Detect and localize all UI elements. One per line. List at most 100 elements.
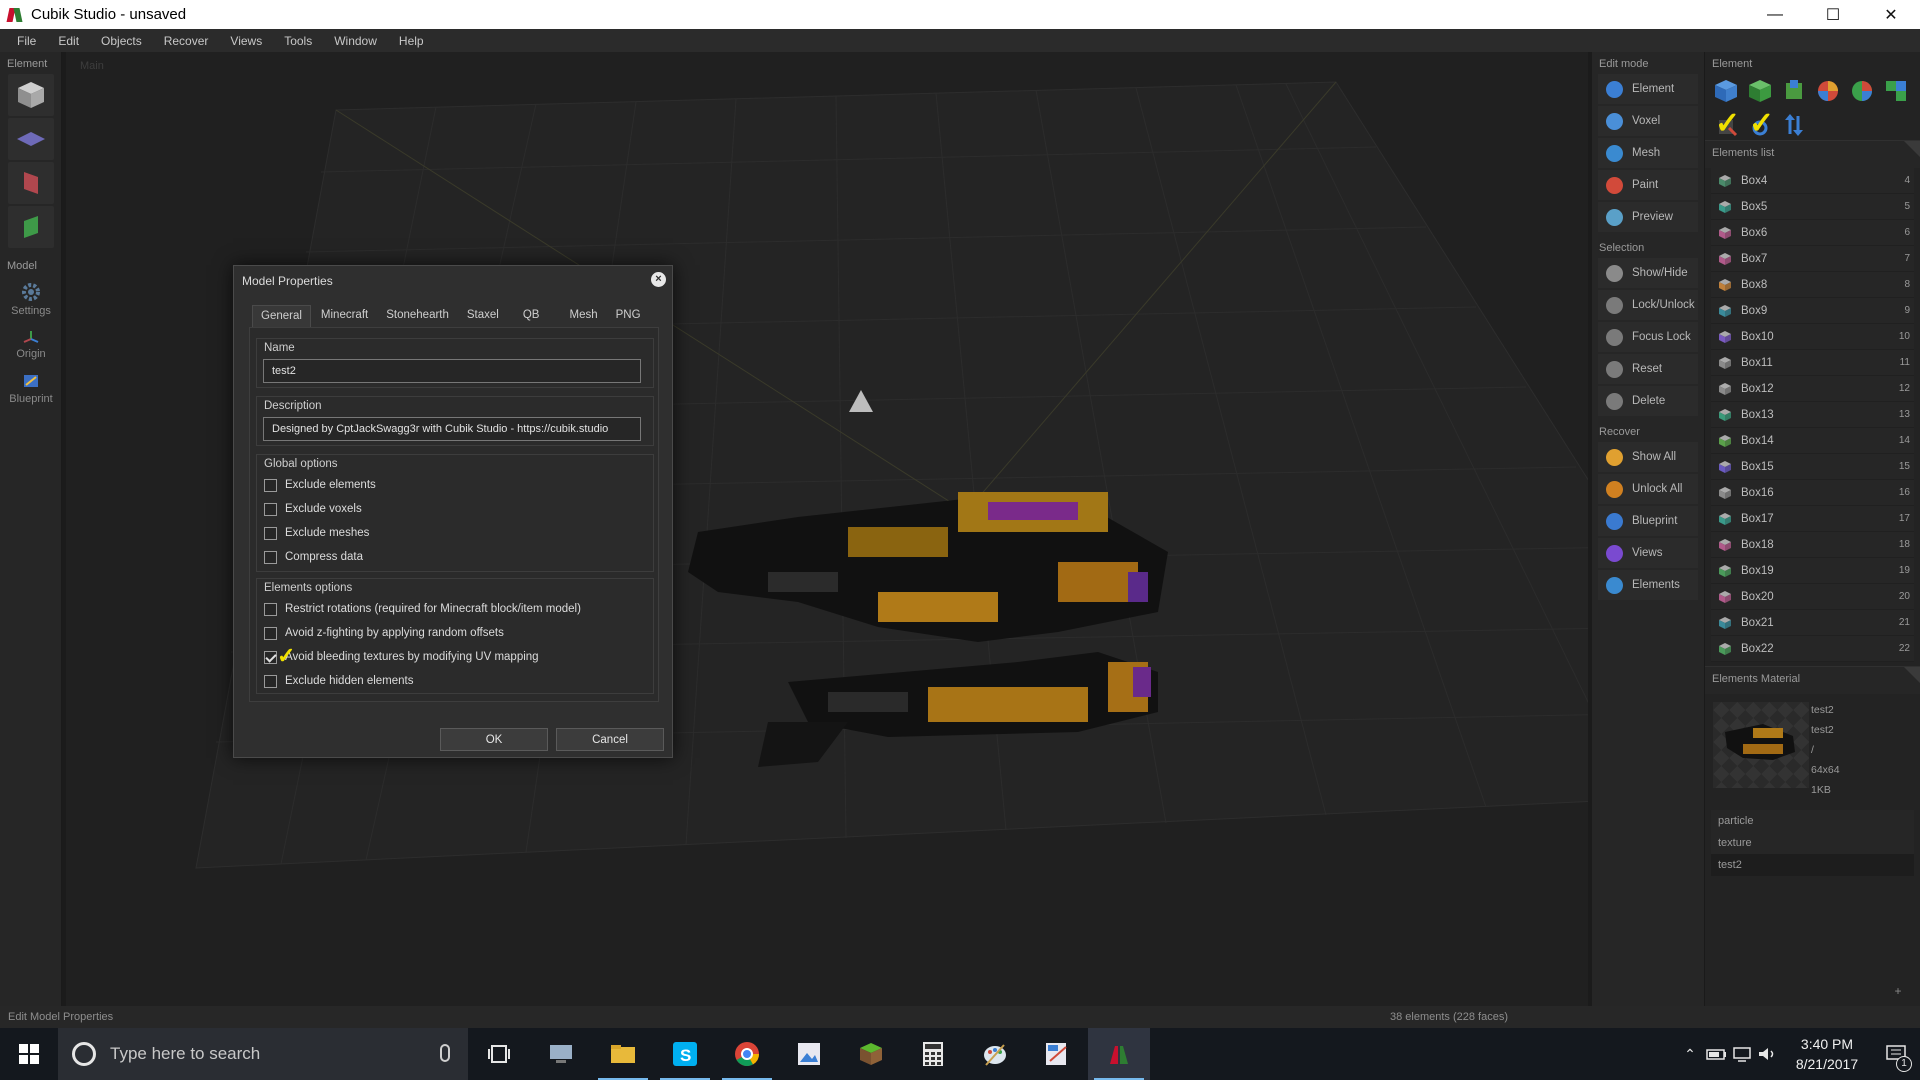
avoid-bleeding-checkbox[interactable] [264,650,277,664]
tab-qb[interactable]: QB [509,305,554,327]
close-button[interactable]: ✕ [1862,0,1920,29]
taskbar-app-minecraft[interactable] [840,1028,902,1080]
delete-mode-button[interactable]: Delete [1598,386,1698,416]
taskbar-clock[interactable]: 3:40 PM 8/21/2017 [1782,1034,1872,1074]
element-list-item[interactable]: Box14 14 [1711,428,1914,454]
cancel-button[interactable]: Cancel [556,728,664,751]
avoid-z-fighting-checkbox[interactable] [264,626,277,640]
dialog-close-button[interactable]: × [651,272,666,287]
color-wheel-tool-button[interactable] [1849,78,1875,104]
add-cube-button[interactable] [8,74,54,116]
box-green-tool-button[interactable] [1747,78,1773,104]
element-list-item[interactable]: Box8 8 [1711,272,1914,298]
element-list-item[interactable]: Box11 11 [1711,350,1914,376]
name-input[interactable] [263,359,641,383]
sphere-tool-button[interactable] [1815,78,1841,104]
element-list-item[interactable]: Box19 19 [1711,558,1914,584]
element-list-item[interactable]: Box12 12 [1711,376,1914,402]
element-list-item[interactable]: Box20 20 [1711,584,1914,610]
material-item-texture[interactable]: texture [1711,832,1914,854]
menu-objects[interactable]: Objects [92,34,151,48]
taskbar-app-calculator[interactable] [902,1028,964,1080]
show-all-mode-button[interactable]: Show All [1598,442,1698,472]
taskbar-app-photos[interactable] [778,1028,840,1080]
views-mode-button[interactable]: Views [1598,538,1698,568]
voxel-mode-button[interactable]: Voxel [1598,106,1698,136]
menu-edit[interactable]: Edit [49,34,88,48]
ok-button[interactable]: OK [440,728,548,751]
volume-icon[interactable] [1756,1045,1782,1063]
add-plane-button[interactable] [8,118,54,160]
paint-mode-button[interactable]: Paint [1598,170,1698,200]
exclude-voxels-option[interactable]: Exclude voxels [257,497,653,521]
element-list-item[interactable]: Box4 4 [1711,168,1914,194]
lock-unlock-mode-button[interactable]: Lock/Unlock [1598,290,1698,320]
taskbar-app-cubik-studio[interactable] [1088,1028,1150,1080]
action-center-button[interactable]: 1 [1872,1028,1920,1080]
task-view-button[interactable] [468,1028,530,1080]
exclude-meshes-option[interactable]: Exclude meshes [257,521,653,545]
delete-face-tool-button[interactable]: ✓ [1713,107,1740,140]
settings-button[interactable]: Settings [8,276,54,317]
element-list-item[interactable]: Box5 5 [1711,194,1914,220]
tab-stonehearth[interactable]: Stonehearth [378,305,457,327]
exclude-voxels-checkbox[interactable] [264,502,277,516]
element-list-item[interactable]: Box6 6 [1711,220,1914,246]
panel-corner-icon[interactable] [1904,141,1920,157]
add-side-plane-button[interactable] [8,162,54,204]
elements-mode-button[interactable]: Elements [1598,570,1698,600]
exclude-elements-checkbox[interactable] [264,478,277,492]
origin-tool-button[interactable]: ✓ [1747,107,1774,140]
exclude-meshes-checkbox[interactable] [264,526,277,540]
taskbar-app-chrome[interactable] [716,1028,778,1080]
blueprint-mode-button[interactable]: Blueprint [1598,506,1698,536]
material-item-test2[interactable]: test2 [1711,854,1914,876]
element-list-item[interactable]: Box15 15 [1711,454,1914,480]
reset-mode-button[interactable]: Reset [1598,354,1698,384]
preview-mode-button[interactable]: Preview [1598,202,1698,232]
element-list-item[interactable]: Box16 16 [1711,480,1914,506]
tab-png[interactable]: PNG [608,305,649,327]
compress-data-option[interactable]: Compress data [257,545,653,569]
element-list-item[interactable]: Box13 13 [1711,402,1914,428]
menu-tools[interactable]: Tools [275,34,321,48]
material-item-particle[interactable]: particle [1711,810,1914,832]
menu-help[interactable]: Help [390,34,433,48]
origin-button[interactable]: Origin [8,323,54,360]
menu-window[interactable]: Window [325,34,386,48]
exclude-hidden-option[interactable]: Exclude hidden elements [257,669,653,693]
compress-data-checkbox[interactable] [264,550,277,564]
menu-file[interactable]: File [8,34,45,48]
group-tool-button[interactable] [1883,78,1909,104]
network-icon[interactable] [1730,1045,1756,1063]
exclude-hidden-checkbox[interactable] [264,674,277,688]
element-list-item[interactable]: Box22 22 [1711,636,1914,662]
avoid-bleeding-option[interactable]: Avoid bleeding textures by modifying UV … [257,643,653,669]
blueprint-button[interactable]: Blueprint [8,366,54,405]
add-front-plane-button[interactable] [8,206,54,248]
minimize-button[interactable]: — [1746,0,1804,29]
element-list-item[interactable]: Box7 7 [1711,246,1914,272]
menu-views[interactable]: Views [221,34,271,48]
exclude-elements-option[interactable]: Exclude elements [257,473,653,497]
element-list-item[interactable]: Box9 9 [1711,298,1914,324]
microphone-icon[interactable] [440,1044,450,1062]
tab-mesh[interactable]: Mesh [555,305,605,327]
taskbar-app-paint[interactable] [964,1028,1026,1080]
start-button[interactable] [0,1028,58,1080]
panel-corner-icon[interactable] [1904,667,1920,683]
tab-general[interactable]: General [252,305,311,327]
tab-minecraft[interactable]: Minecraft [313,305,376,327]
taskbar-app-snipping[interactable] [1026,1028,1088,1080]
chevron-up-icon[interactable]: ⌃ [1676,1046,1704,1063]
add-material-button[interactable]: + [1890,984,1906,998]
box-tool-button[interactable] [1713,78,1739,104]
focus-lock-mode-button[interactable]: Focus Lock [1598,322,1698,352]
taskbar-search[interactable]: Type here to search [58,1028,468,1080]
restrict-rotations-checkbox[interactable] [264,602,277,616]
restrict-rotations-option[interactable]: Restrict rotations (required for Minecra… [257,597,653,621]
battery-icon[interactable] [1704,1045,1730,1063]
taskbar-app-file-explorer[interactable] [592,1028,654,1080]
tab-staxel[interactable]: Staxel [459,305,507,327]
taskbar-app-network[interactable] [530,1028,592,1080]
